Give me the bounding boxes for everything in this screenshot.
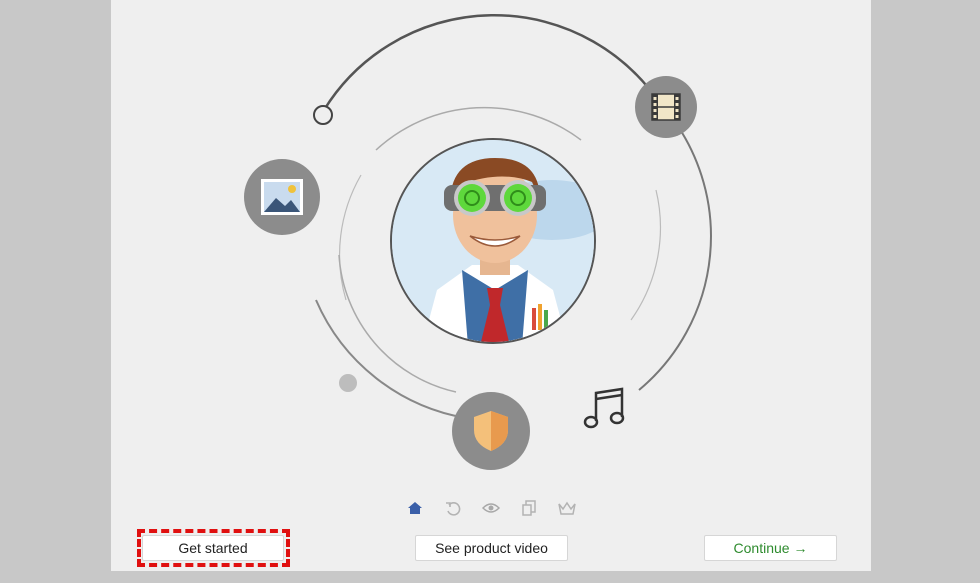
orbit-planet-dot	[339, 374, 357, 392]
progress-stepper	[401, 497, 581, 519]
orbit-planet-ring	[313, 105, 333, 125]
mascot-avatar	[390, 138, 596, 344]
eye-step-icon[interactable]	[481, 498, 501, 518]
shield-icon	[452, 392, 530, 470]
get-started-button[interactable]: Get started	[142, 535, 284, 561]
home-step-icon[interactable]	[405, 498, 425, 518]
photo-icon	[244, 159, 320, 235]
continue-button[interactable]: Continue →	[704, 535, 837, 561]
crown-step-icon[interactable]	[557, 498, 577, 518]
app-window: Get started See product video Continue →	[111, 0, 871, 571]
see-product-video-button[interactable]: See product video	[415, 535, 568, 561]
film-icon	[635, 76, 697, 138]
copy-step-icon[interactable]	[519, 498, 539, 518]
music-note-icon	[582, 385, 628, 436]
undo-step-icon[interactable]	[443, 498, 463, 518]
